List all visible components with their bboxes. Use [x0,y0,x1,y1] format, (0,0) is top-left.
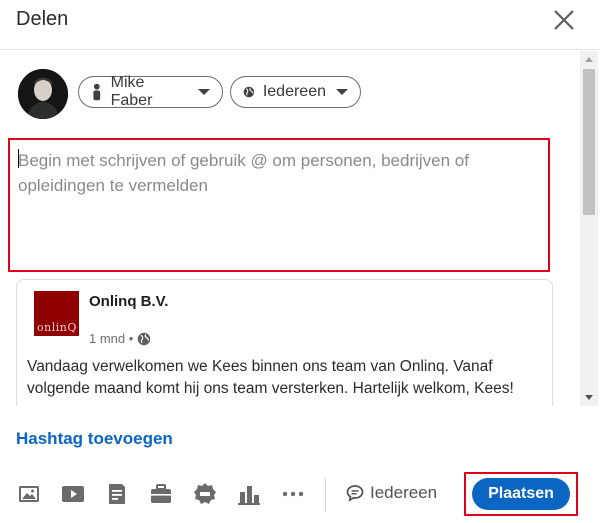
comment-audience-button[interactable]: Iedereen [346,483,437,503]
post-meta: 1 mnd • [89,331,151,346]
job-icon[interactable] [149,482,173,506]
composer-toolbar: Iedereen Plaatsen [0,472,600,518]
dialog-content: Mike Faber Iedereen Begin met schrijven … [0,51,600,406]
photo-icon[interactable] [17,482,41,506]
document-icon[interactable] [105,482,129,506]
chevron-down-icon [198,89,210,95]
author-selector[interactable]: Mike Faber [78,74,223,109]
more-icon[interactable] [281,482,305,506]
author-name: Mike Faber [110,74,153,109]
post-text-editor[interactable]: Begin met schrijven of gebruik @ om pers… [8,138,550,272]
company-logo-text: onlinQ [37,321,77,334]
comment-icon [346,485,364,502]
shared-post-card: onlinQ Onlinq B.V. 1 mnd • Vandaag verwe… [16,279,553,406]
scrollbar[interactable] [580,51,598,406]
globe-icon [138,332,151,345]
company-name[interactable]: Onlinq B.V. [89,293,168,310]
company-logo: onlinQ [34,291,79,336]
dialog-title: Delen [16,8,69,30]
post-age: 1 mnd • [89,331,134,346]
globe-icon [243,86,255,98]
shared-post-text: Vandaag verwelkomen we Kees binnen ons t… [27,358,514,397]
video-icon[interactable] [61,482,85,506]
dialog-header: Delen [0,0,600,50]
poll-icon[interactable] [237,482,261,506]
chevron-down-icon [336,89,348,95]
toolbar-divider [325,478,326,512]
post-button[interactable]: Plaatsen [472,478,570,510]
person-icon [93,83,101,101]
audience-label: Iedereen [262,83,326,100]
comment-audience-label: Iedereen [370,483,438,502]
editor-placeholder: Begin met schrijven of gebruik @ om pers… [18,151,469,195]
badge-icon[interactable] [193,482,217,506]
scroll-down-icon[interactable] [585,395,593,400]
post-button-highlight: Plaatsen [464,472,578,516]
close-icon[interactable] [552,8,576,32]
audience-selector[interactable]: Iedereen [230,76,361,108]
add-hashtag-link[interactable]: Hashtag toevoegen [16,429,173,449]
scroll-up-icon[interactable] [585,57,593,62]
scrollbar-thumb[interactable] [583,69,595,215]
avatar [18,69,68,119]
